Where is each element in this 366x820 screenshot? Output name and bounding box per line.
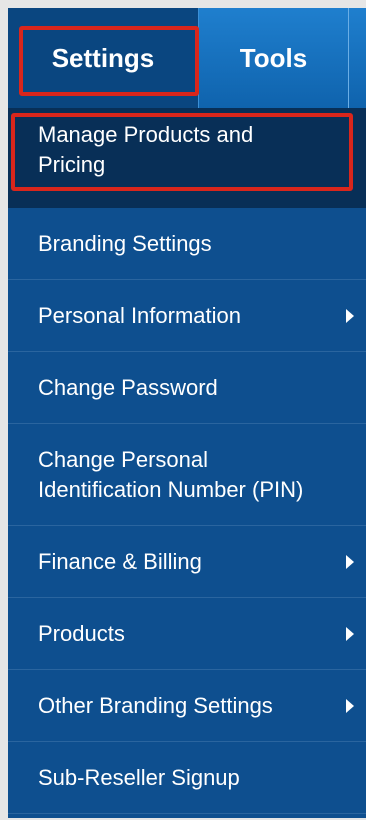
menu-item-label: Products	[38, 620, 125, 646]
menu-item-sub-reseller-signup[interactable]: Sub-Reseller Signup	[8, 742, 366, 814]
settings-dropdown-menu: Manage Products and Pricing Branding Set…	[8, 108, 366, 814]
submenu-arrow-icon	[346, 626, 354, 641]
submenu-arrow-icon	[346, 554, 354, 569]
menu-item-label: Finance & Billing	[38, 548, 202, 574]
menu-item-label: Manage Products and Pricing	[38, 121, 254, 177]
menu-item-label: Sub-Reseller Signup	[38, 764, 240, 790]
submenu-arrow-icon	[346, 308, 354, 323]
menu-item-label: Personal Information	[38, 302, 241, 328]
menu-item-change-pin[interactable]: Change Personal Identification Number (P…	[8, 424, 366, 526]
menu-item-products[interactable]: Products	[8, 598, 366, 670]
menu-item-finance-billing[interactable]: Finance & Billing	[8, 526, 366, 598]
settings-menu-panel: Settings Tools Manage Products and Prici…	[8, 8, 366, 818]
menu-item-personal-information[interactable]: Personal Information	[8, 280, 366, 352]
tab-settings[interactable]: Settings	[8, 8, 198, 108]
menu-item-label: Other Branding Settings	[38, 692, 273, 718]
menu-item-label: Branding Settings	[38, 230, 212, 256]
menu-item-other-branding-settings[interactable]: Other Branding Settings	[8, 670, 366, 742]
menu-item-manage-products-pricing[interactable]: Manage Products and Pricing	[8, 108, 366, 208]
submenu-arrow-icon	[346, 698, 354, 713]
menu-item-label: Change Personal Identification Number (P…	[38, 446, 304, 502]
tab-settings-label: Settings	[51, 42, 155, 73]
tab-overflow[interactable]	[348, 8, 366, 108]
menu-item-branding-settings[interactable]: Branding Settings	[8, 208, 366, 280]
top-tab-bar: Settings Tools	[8, 8, 366, 108]
tab-tools-label: Tools	[239, 42, 308, 73]
menu-item-change-password[interactable]: Change Password	[8, 352, 366, 424]
tab-tools[interactable]: Tools	[198, 8, 348, 108]
menu-item-label: Change Password	[38, 374, 218, 400]
